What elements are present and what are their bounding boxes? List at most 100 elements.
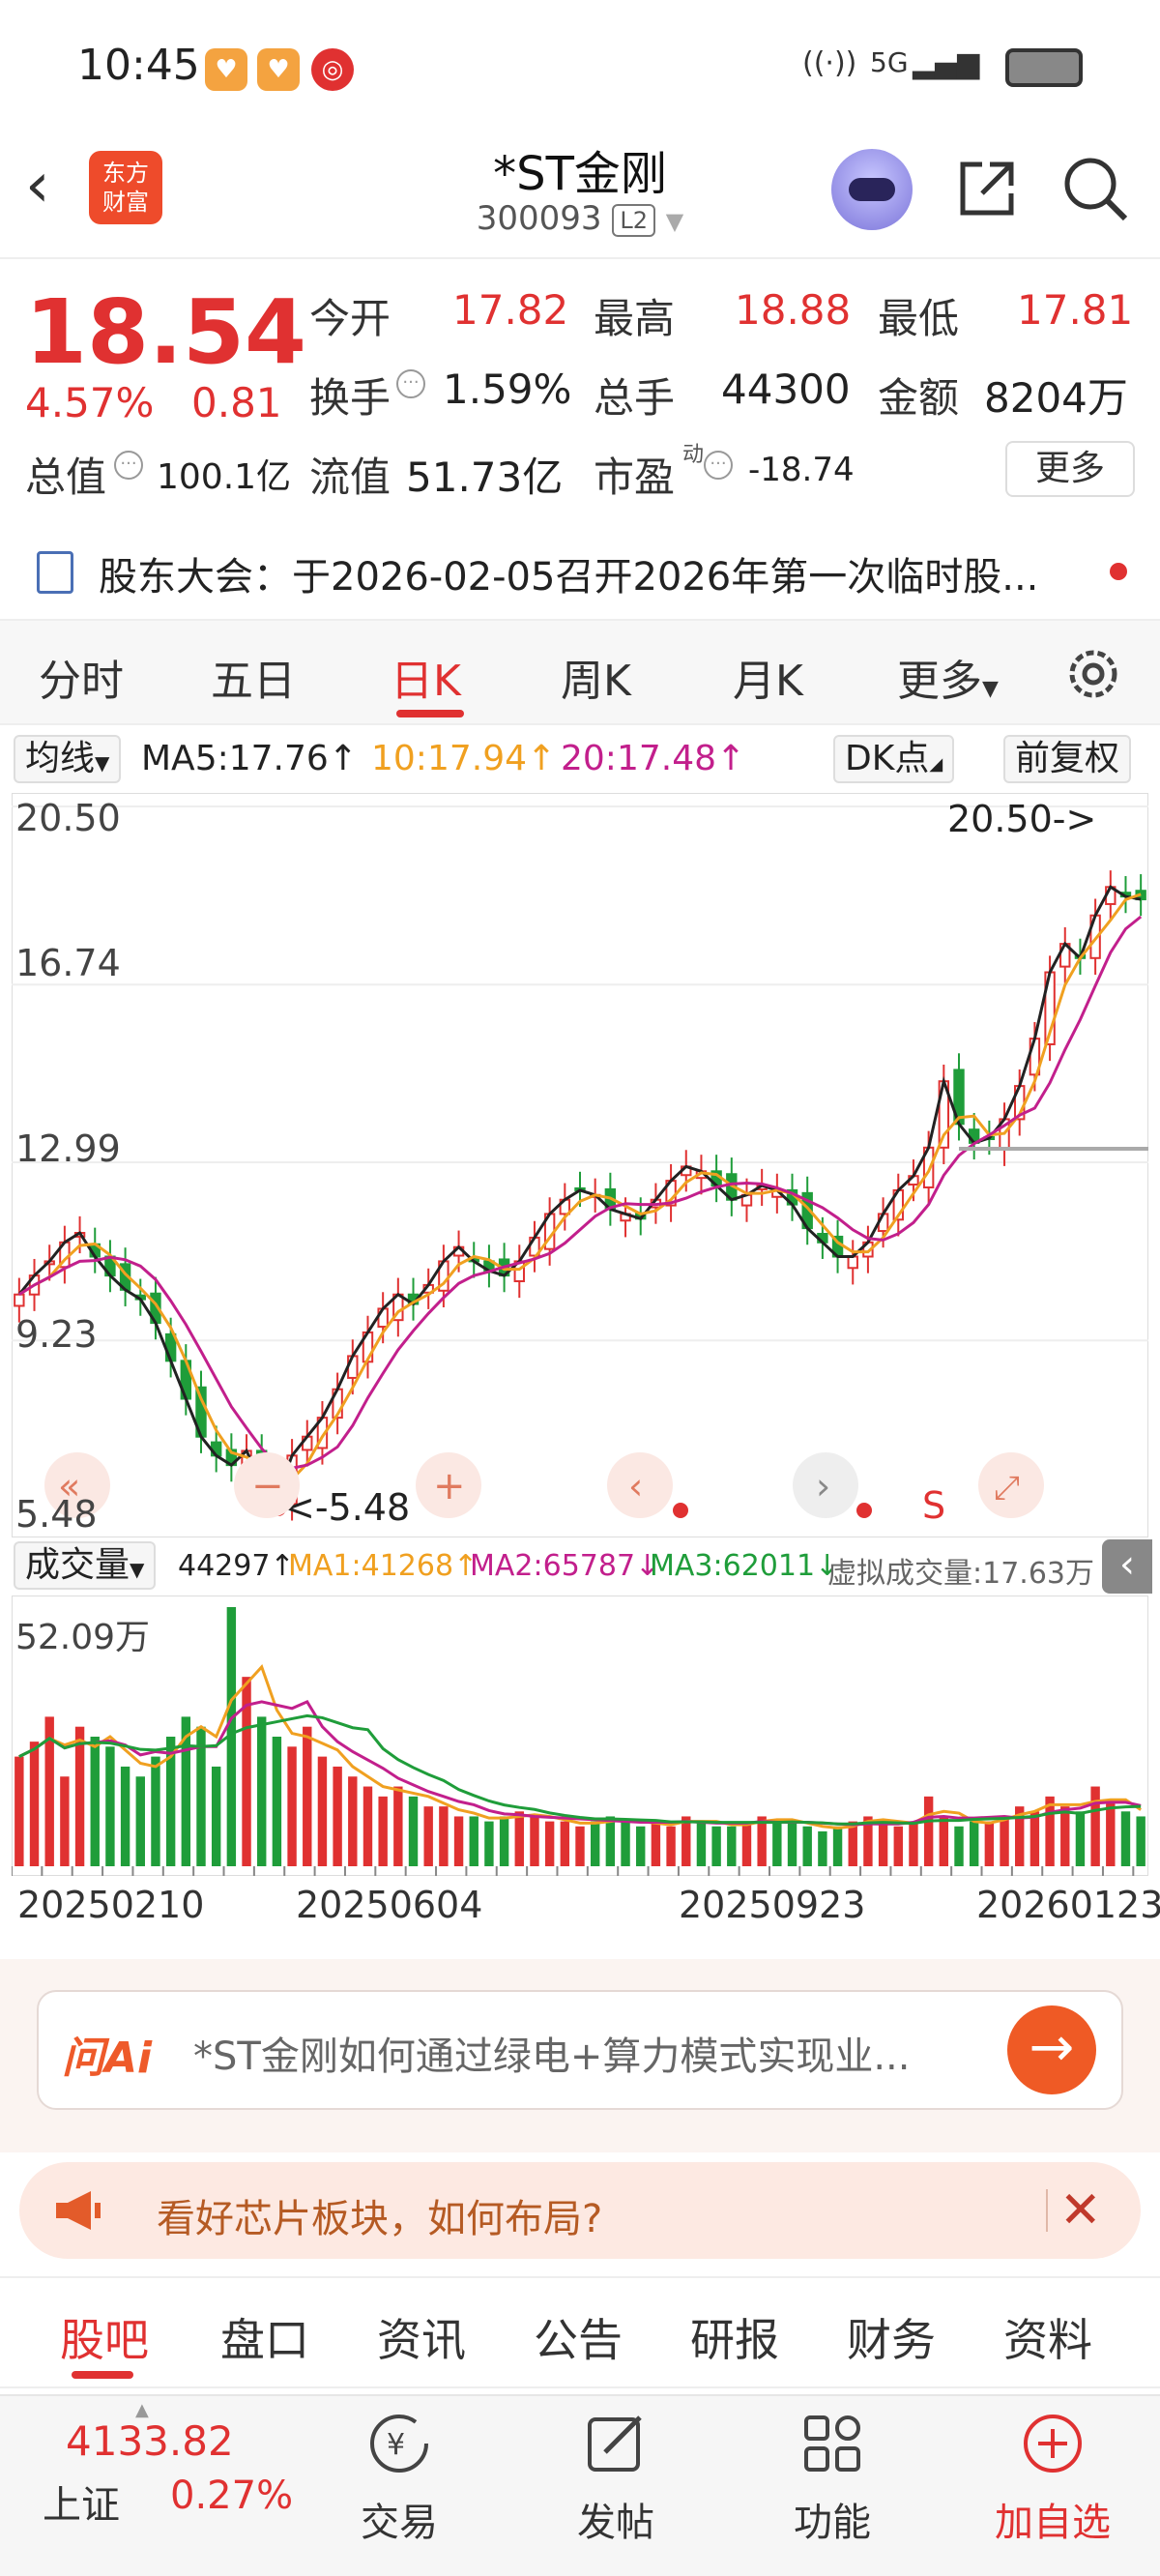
x-tick-label: 20250604 [296,1884,483,1926]
float-value: 51.73亿 [406,454,564,501]
ai-logo: 问Ai [62,2034,153,2083]
nav-label: 功能 [794,2501,871,2545]
arrow-right-icon[interactable]: → [1007,2005,1096,2094]
promo-text[interactable]: 看好芯片板块，如何布局? [157,2187,602,2243]
volume-bar [211,1766,221,1866]
divider [1046,2189,1048,2232]
close-icon[interactable]: ✕ [1059,2181,1102,2239]
high-value: 18.88 [735,286,852,334]
tab-monthly-k[interactable]: 月K [733,646,803,708]
tab-daily-k[interactable]: 日K [391,646,461,708]
index-name: 上证 [43,2483,120,2528]
open-label: 今开 [309,295,392,342]
status-bar: 10:45 ♥ ♥ ◎ ((·)) 5G ▂▄▆ [0,0,1160,135]
nav-label: 交易 [361,2501,438,2545]
virtual-volume: 虚拟成交量:17.63万 [827,1557,1094,1591]
volume-bar [378,1796,388,1866]
volume-select-label: 成交量 [25,1545,130,1585]
gear-icon[interactable] [1061,642,1125,706]
turnover-value: 1.59% [443,366,572,413]
search-icon[interactable] [1059,153,1131,224]
volume-bar [408,1796,419,1866]
tab-news[interactable]: 资讯 [377,2305,466,2369]
volume-bar [1090,1786,1100,1866]
nav-label: 加自选 [995,2501,1111,2545]
indicator-select[interactable]: 均线▼ [14,735,122,783]
announcement-bar[interactable]: 股东大会：于2026-02-05召开2026年第一次临时股... [0,530,1160,613]
logo-text: 财富 [102,189,149,216]
volume-bar [575,1826,585,1866]
indicator-select-label: 均线 [25,739,96,778]
step-back-button[interactable]: ‹ [607,1452,673,1518]
status-time: 10:45 [77,41,200,90]
step-forward-button[interactable]: › [793,1452,858,1518]
plus-circle-icon [1024,2415,1082,2473]
volume-bar [802,1826,812,1866]
nav-trade[interactable]: ¥ 交易 [317,2410,481,2547]
info-icon[interactable]: ··· [396,369,425,398]
tab-financials[interactable]: 财务 [847,2305,936,2369]
nav-label: 发帖 [577,2501,654,2545]
tab-more[interactable]: 更多▼ [897,646,999,708]
volume-bar [923,1796,934,1866]
zoom-in-button[interactable]: + [416,1452,481,1518]
x-tick-label: 20250210 [17,1884,205,1926]
dk-point-button[interactable]: DK点◢ [833,735,955,783]
volume-bar [484,1821,494,1866]
stock-name: *ST金刚 [493,147,667,201]
wifi-icon: ((·)) [802,46,857,80]
svg-text:¥: ¥ [387,2428,405,2462]
zoom-out-button[interactable]: − [234,1452,300,1518]
volume-bar [954,1826,964,1866]
app-notification-icon: ♥ [205,48,247,91]
tab-profile[interactable]: 资料 [1003,2305,1092,2369]
pe-value: -18.74 [748,451,855,489]
volume-bar [90,1737,100,1866]
back-icon[interactable]: ‹ [25,155,50,217]
grid-icon [804,2415,860,2472]
volume-chart[interactable] [12,1595,1148,1876]
fullscreen-button[interactable]: ⤢ [978,1452,1044,1518]
volume-bar [651,1821,661,1866]
more-button[interactable]: 更多 [1005,441,1135,497]
volume-bar [135,1776,145,1866]
bottom-navbar: ▲ 4133.82 上证 0.27% ¥ 交易 发帖 功能 加自选 [0,2394,1160,2576]
info-icon[interactable]: ··· [704,451,733,480]
share-icon[interactable] [953,155,1021,222]
volume-bar [257,1716,267,1866]
adjust-button[interactable]: 前复权 [1003,735,1132,783]
ai-prompt-text[interactable]: *ST金刚如何通过绿电+算力模式实现业... [193,2025,996,2081]
volume-bar [984,1821,995,1866]
tab-weekly-k[interactable]: 周K [561,646,631,708]
info-icon[interactable]: ··· [114,451,143,480]
amount-value: 8204万 [984,374,1128,422]
x-tick-label: 20250923 [679,1884,866,1926]
volume-bar [757,1816,767,1866]
tab-announcements[interactable]: 公告 [534,2305,623,2369]
active-tab-indicator [72,2371,133,2379]
volume-bar [605,1816,616,1866]
nav-add-watchlist[interactable]: 加自选 [971,2410,1135,2547]
volume-bar [348,1776,358,1866]
volume-bar [453,1816,464,1866]
kline-chart[interactable]: 20.50-> <-5.48 « − + ‹ › S ⤢ [12,793,1148,1537]
stock-code[interactable]: 300093 L2 ▼ [454,199,706,238]
ma-legend: 均线▼ MA5:17.76↑ 10:17.94↑ 20:17.48↑ DK点◢ … [0,731,1160,785]
ma20-value: 20:17.48↑ [561,739,746,778]
nav-functions[interactable]: 功能 [750,2410,914,2547]
high-label: 最高 [594,295,676,342]
volume-bar [621,1821,630,1866]
low-label: 最低 [878,295,960,342]
tab-research[interactable]: 研报 [690,2305,779,2369]
tab-orderbook[interactable]: 盘口 [220,2305,309,2369]
volume-indicator-select[interactable]: 成交量▼ [14,1541,157,1590]
tab-intraday[interactable]: 分时 [39,646,124,708]
nav-post[interactable]: 发帖 [534,2410,698,2547]
index-value[interactable]: 4133.82 [66,2417,234,2465]
collapse-panel-icon[interactable]: ‹ [1102,1539,1152,1594]
volume-bar [74,1726,85,1866]
sell-marker: S [922,1484,945,1527]
svg-text:+: + [433,1464,466,1508]
tab-five-day[interactable]: 五日 [211,646,296,708]
tab-forum[interactable]: 股吧 [60,2305,149,2369]
